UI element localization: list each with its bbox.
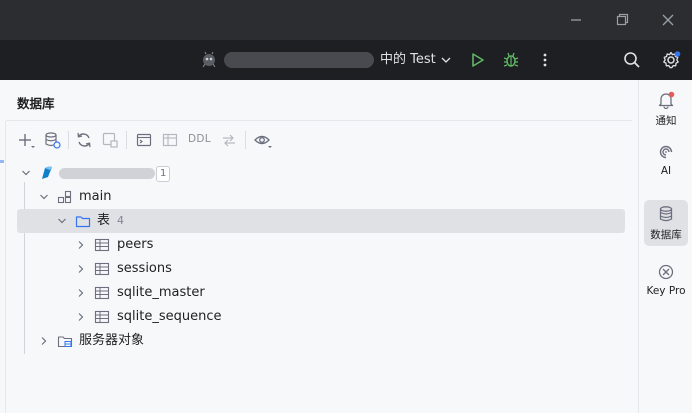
toolbar-separator xyxy=(126,131,127,149)
table-view-icon[interactable] xyxy=(160,130,180,150)
main-toolbar: 中的 Test xyxy=(0,40,692,80)
restore-icon xyxy=(616,13,629,26)
restore-button[interactable] xyxy=(612,10,632,30)
table-icon xyxy=(94,286,110,300)
stripe-notifications-button[interactable]: 通知 xyxy=(644,86,688,132)
chevron-down-icon[interactable] xyxy=(39,192,49,202)
schema-icon xyxy=(57,190,72,204)
table-label: peers xyxy=(117,237,154,252)
compare-arrows-icon[interactable] xyxy=(219,130,239,150)
table-label: sqlite_master xyxy=(117,285,205,300)
stripe-ai-button[interactable]: AI xyxy=(644,138,688,184)
database-tool-window: 数据库 DDL 1 main 表 4 peers sessions sqlite… xyxy=(0,80,638,413)
key-promoter-icon xyxy=(658,264,674,280)
run-configuration-label[interactable]: 中的 Test xyxy=(380,51,436,69)
run-icon[interactable] xyxy=(467,50,487,70)
stripe-label: AI xyxy=(660,165,672,177)
right-tool-stripe: 通知 AI 数据库 Key Pro xyxy=(638,80,692,413)
stripe-key-promoter-button[interactable]: Key Pro xyxy=(644,258,688,304)
table-icon xyxy=(94,262,110,276)
debug-icon[interactable] xyxy=(501,50,521,70)
settings-gear-icon[interactable] xyxy=(661,50,681,70)
chevron-down-icon[interactable] xyxy=(440,54,452,66)
toolbar-separator xyxy=(68,131,69,149)
ddl-button[interactable]: DDL xyxy=(188,133,211,145)
toolbar-divider xyxy=(6,120,632,121)
debug-bug-avatar-icon xyxy=(202,51,216,68)
toolbar-separator xyxy=(245,131,246,149)
stripe-label: 通知 xyxy=(655,115,677,127)
ai-assistant-icon xyxy=(659,145,673,159)
minimize-button[interactable] xyxy=(566,10,586,30)
chevron-down-icon[interactable] xyxy=(21,168,31,178)
chevron-right-icon[interactable] xyxy=(76,240,86,250)
sqlite-datasource-icon xyxy=(42,166,52,179)
close-window-button[interactable] xyxy=(658,10,678,30)
tree-tables-folder-row[interactable]: 表 4 xyxy=(17,209,625,233)
refresh-icon[interactable] xyxy=(74,130,94,150)
add-icon[interactable] xyxy=(16,130,36,150)
panel-title: 数据库 xyxy=(17,96,55,111)
tree-table-row[interactable]: sqlite_master xyxy=(17,281,625,305)
database-icon xyxy=(659,206,673,222)
tree-server-objects-row[interactable]: 服务器对象 xyxy=(17,329,625,353)
chevron-right-icon[interactable] xyxy=(76,288,86,298)
window-title-bar xyxy=(0,0,692,40)
tree-table-row[interactable]: sessions xyxy=(17,257,625,281)
table-icon xyxy=(94,238,110,252)
chevron-right-icon[interactable] xyxy=(39,336,49,346)
tables-count: 4 xyxy=(117,214,124,227)
stripe-label: 数据库 xyxy=(650,229,682,241)
table-label: sessions xyxy=(117,261,172,276)
server-objects-label: 服务器对象 xyxy=(79,333,145,348)
minimize-icon xyxy=(571,19,581,21)
stripe-label: Key Pro xyxy=(646,285,686,297)
more-vertical-icon[interactable] xyxy=(535,50,555,70)
chevron-right-icon[interactable] xyxy=(76,264,86,274)
tree-datasource-row[interactable]: 1 xyxy=(17,161,625,185)
close-icon xyxy=(662,14,674,26)
search-icon[interactable] xyxy=(622,50,642,70)
table-icon xyxy=(94,310,110,324)
tree-table-row[interactable]: sqlite_sequence xyxy=(17,305,625,329)
tables-folder-label: 表 xyxy=(97,213,111,228)
server-objects-folder-icon xyxy=(57,336,73,348)
datasource-properties-icon[interactable] xyxy=(42,130,62,150)
view-options-eye-icon[interactable] xyxy=(253,130,273,150)
bell-icon xyxy=(658,91,675,109)
jump-to-console-icon[interactable] xyxy=(100,130,120,150)
edge-marker xyxy=(0,160,4,163)
folder-icon xyxy=(75,216,91,228)
table-label: sqlite_sequence xyxy=(117,309,222,324)
chevron-down-icon[interactable] xyxy=(57,216,67,226)
chevron-right-icon[interactable] xyxy=(76,312,86,322)
tree-schema-row[interactable]: main xyxy=(17,185,625,209)
redacted-config-prefix xyxy=(224,52,374,68)
tree-table-row[interactable]: peers xyxy=(17,233,625,257)
schema-label: main xyxy=(79,189,112,204)
query-console-icon[interactable] xyxy=(134,130,154,150)
datasource-badge: 1 xyxy=(156,166,171,182)
redacted-datasource-name xyxy=(59,168,155,179)
left-edge xyxy=(0,121,6,413)
stripe-database-button[interactable]: 数据库 xyxy=(644,200,688,246)
